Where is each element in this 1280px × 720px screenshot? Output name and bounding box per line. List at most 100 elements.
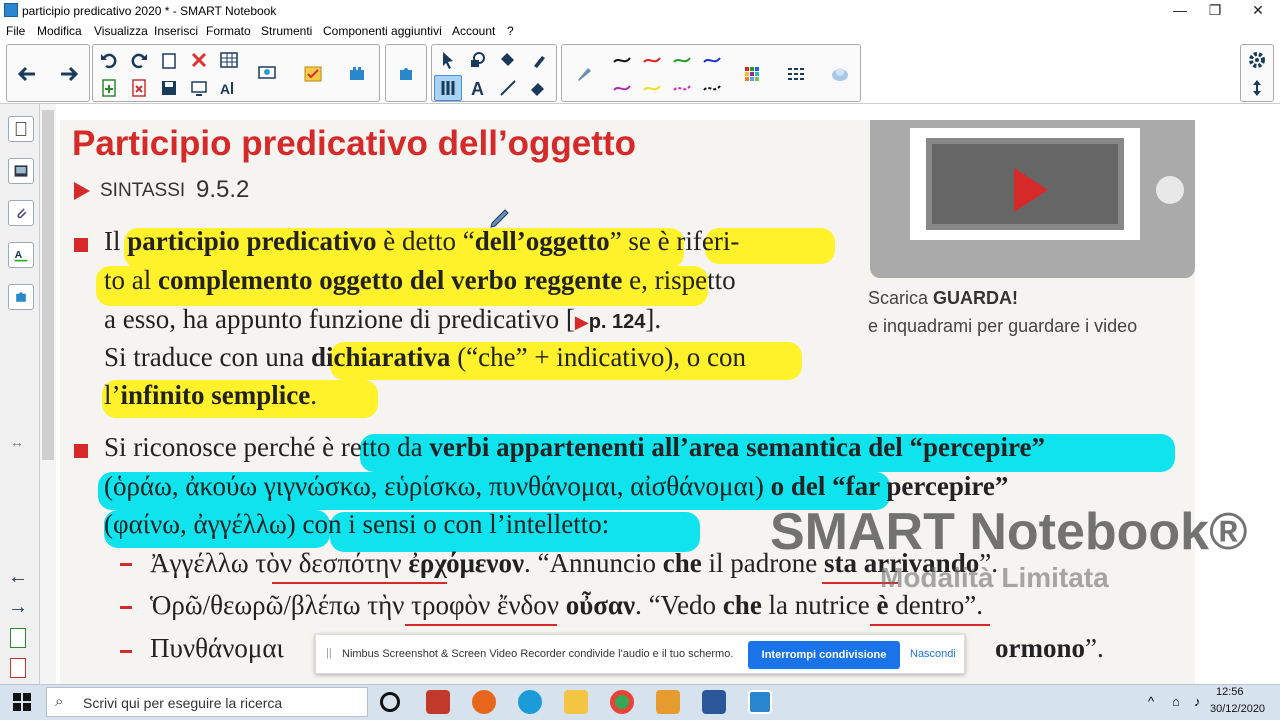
menu-componenti[interactable]: Componenti aggiuntivi [323,24,442,38]
watermark-subtitle: Modalità Limitata [880,562,1109,593]
edit-group: A [92,44,380,102]
activity-builder-icon[interactable] [299,61,327,87]
chrome-icon[interactable] [610,690,634,714]
skype-icon[interactable] [518,690,542,714]
select-icon[interactable] [434,47,462,73]
move-toolbar-icon[interactable] [1243,75,1271,101]
pen-black-icon[interactable] [608,47,636,73]
tray-chevron-icon[interactable]: ^ [1148,694,1154,709]
magic-pen-icon[interactable] [524,47,552,73]
spellcheck-icon[interactable]: A [215,75,243,101]
screen-shade-icon[interactable] [185,75,213,101]
video-frame [910,128,1140,240]
home-button-icon [1156,176,1184,204]
properties-icon[interactable]: A [8,242,34,268]
cortana-icon[interactable] [380,692,400,712]
menu-account[interactable]: Account [452,24,495,38]
bullet [74,238,88,252]
remove-page-icon[interactable] [10,658,26,678]
taskbar-search[interactable]: ⌕ Scrivi qui per eseguire la ricerca [46,687,368,717]
page-title: Participio predicativo dell’oggetto [72,124,636,163]
screen-share-bar: || Nimbus Screenshot & Screen Video Reco… [315,634,965,674]
table-icon[interactable] [215,47,243,73]
shapes-icon[interactable] [464,47,492,73]
triangle-icon [74,182,90,200]
stop-sharing-button[interactable]: Interrompi condivisione [748,641,900,669]
page-sorter-icon[interactable] [8,116,34,142]
clock-time[interactable]: 12:56 [1216,686,1244,698]
addons-icon[interactable] [343,61,371,87]
watermark-title: SMART Notebook® [770,503,1248,561]
paste-icon[interactable] [155,47,183,73]
line-icon[interactable] [494,75,522,101]
bullet-dash [120,650,132,653]
pen-red-icon[interactable] [638,47,666,73]
line-style-icon[interactable] [782,61,810,87]
gallery-icon[interactable] [8,158,34,184]
media-player-icon[interactable] [656,690,680,714]
gear-icon[interactable] [1243,47,1271,73]
menu-strumenti[interactable]: Strumenti [261,24,312,38]
pen-yellow-icon[interactable] [638,75,666,101]
firefox-icon[interactable] [472,690,496,714]
close-button[interactable]: ✕ [1238,0,1278,22]
redo-icon[interactable] [125,47,153,73]
puzzle-icon[interactable] [392,61,420,87]
hide-button[interactable]: Nascondi [910,648,956,660]
scrollbar-thumb[interactable] [42,110,54,460]
resize-handle-icon[interactable]: ↔ [10,434,24,450]
undo-icon[interactable] [95,47,123,73]
add-page-icon[interactable] [10,628,26,648]
pen-green-icon[interactable] [668,47,696,73]
color-palette-icon[interactable] [738,61,766,87]
file-explorer-icon[interactable] [564,690,588,714]
title-bar: participio predicativo 2020 * - SMART No… [0,0,1280,22]
back-arrow-icon[interactable] [13,61,41,87]
fill-effects-icon[interactable] [826,61,854,87]
word-icon[interactable] [702,690,726,714]
pen-purple-icon[interactable] [608,75,636,101]
menu-help[interactable]: ? [507,24,514,38]
pen-blue-icon[interactable] [698,47,726,73]
search-placeholder: Scrivi qui per eseguire la ricerca [83,695,283,711]
minimize-button[interactable]: — [1160,0,1200,22]
menu-formato[interactable]: Formato [206,24,251,38]
forward-arrow-icon[interactable] [55,61,83,87]
new-page-icon[interactable] [95,75,123,101]
pen-magenta-dashed-icon[interactable] [668,75,696,101]
attachments-icon[interactable] [8,200,34,226]
pens-tool-icon[interactable] [434,75,462,101]
delete-page-icon[interactable] [125,75,153,101]
settings-group [1240,44,1274,102]
clock-date[interactable]: 30/12/2020 [1210,703,1265,715]
pen-black-dashed-icon[interactable] [698,75,726,101]
screen-capture-icon[interactable] [253,61,281,87]
delete-icon[interactable] [185,47,213,73]
menu-file[interactable]: File [6,24,25,38]
menu-visualizza[interactable]: Visualizza [94,24,148,38]
text-icon[interactable]: A [464,75,492,101]
maximize-button[interactable]: ❐ [1195,0,1235,22]
app-icon [4,3,18,17]
save-icon[interactable] [155,75,183,101]
menu-modifica[interactable]: Modifica [37,24,82,38]
next-page-icon[interactable]: → [8,596,28,619]
pen-type-icon[interactable] [570,61,598,87]
eraser-icon[interactable] [524,75,552,101]
underline [870,624,990,626]
addons-tab-icon[interactable] [8,284,34,310]
windows-start-icon[interactable] [12,692,32,712]
network-icon[interactable]: ⌂ [1172,694,1180,709]
video-screen [926,138,1124,230]
volume-icon[interactable]: ♪ [1194,694,1201,709]
drag-handle-icon[interactable]: || [326,647,332,659]
pen-options-group [561,44,861,102]
video-promo [870,120,1195,278]
fill-icon[interactable] [494,47,522,73]
acrobat-icon[interactable] [426,690,450,714]
prev-page-icon[interactable]: ← [8,566,28,589]
toolbar: A A [0,40,1280,104]
play-icon [1014,168,1048,212]
menu-inserisci[interactable]: Inserisci [154,24,198,38]
smart-notebook-taskbar-icon[interactable] [748,690,772,714]
